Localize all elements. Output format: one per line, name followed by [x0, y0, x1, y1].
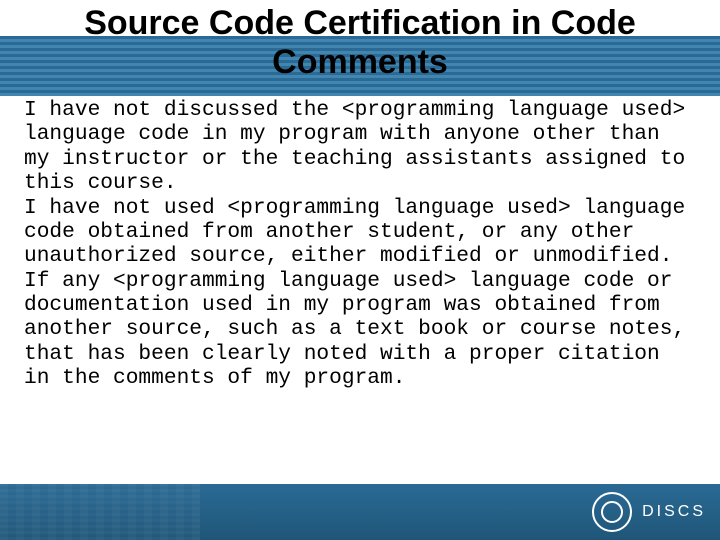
seal-inner-icon	[601, 501, 623, 523]
footer-binary-decoration	[0, 484, 200, 540]
footer-bar: DISCS	[0, 484, 720, 540]
footer-logo-group: DISCS	[592, 492, 706, 532]
certification-body-text: I have not discussed the <programming la…	[24, 98, 696, 391]
slide: Source Code Certification in Code Commen…	[0, 0, 720, 540]
slide-title: Source Code Certification in Code Commen…	[0, 0, 720, 82]
seal-icon	[592, 492, 632, 532]
footer-org-label: DISCS	[642, 503, 706, 521]
